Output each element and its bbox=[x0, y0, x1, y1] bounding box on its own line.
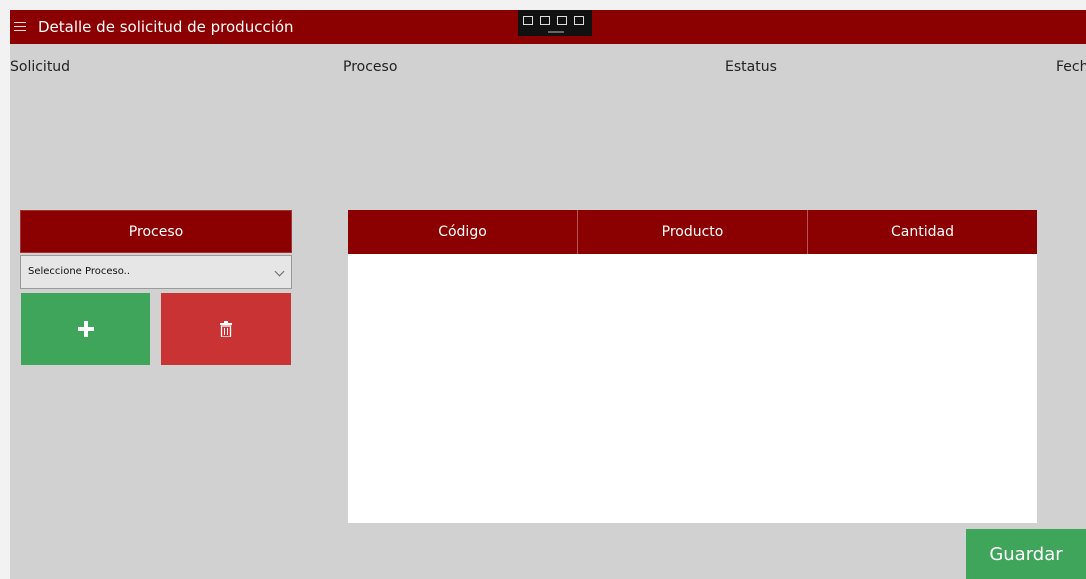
process-select-value: Seleccione Proceso.. bbox=[28, 266, 131, 277]
toolbar-handle[interactable] bbox=[548, 31, 564, 33]
table-header: Código Producto Cantidad bbox=[348, 210, 1037, 254]
plus-icon bbox=[77, 321, 94, 337]
fecha-label: Fecha bbox=[1056, 59, 1086, 75]
debug-toolbar bbox=[518, 10, 592, 36]
add-process-button[interactable] bbox=[21, 293, 150, 365]
trash-icon bbox=[220, 321, 232, 337]
products-table: Código Producto Cantidad bbox=[348, 210, 1037, 523]
proceso-label: Proceso bbox=[343, 59, 398, 75]
title-bar: Detalle de solicitud de producción bbox=[10, 10, 1086, 44]
app-window: Detalle de solicitud de producción Solic… bbox=[10, 10, 1086, 579]
select-element-icon[interactable] bbox=[523, 16, 533, 25]
estatus-label: Estatus bbox=[725, 59, 777, 75]
delete-process-button[interactable] bbox=[161, 293, 291, 365]
window-title: Detalle de solicitud de producción bbox=[38, 18, 294, 36]
save-button[interactable]: Guardar bbox=[966, 529, 1086, 579]
chevron-down-icon bbox=[274, 266, 285, 277]
column-header-cantidad[interactable]: Cantidad bbox=[808, 210, 1037, 254]
column-header-producto[interactable]: Producto bbox=[578, 210, 808, 254]
binding-failures-icon[interactable] bbox=[574, 16, 584, 25]
hamburger-icon[interactable] bbox=[14, 19, 26, 35]
track-focus-icon[interactable] bbox=[557, 16, 567, 25]
process-panel-header: Proceso bbox=[20, 210, 292, 253]
solicitud-label: Solicitud bbox=[10, 59, 71, 75]
display-layout-icon[interactable] bbox=[540, 16, 550, 25]
column-header-codigo[interactable]: Código bbox=[348, 210, 578, 254]
process-select[interactable]: Seleccione Proceso.. bbox=[20, 255, 292, 289]
